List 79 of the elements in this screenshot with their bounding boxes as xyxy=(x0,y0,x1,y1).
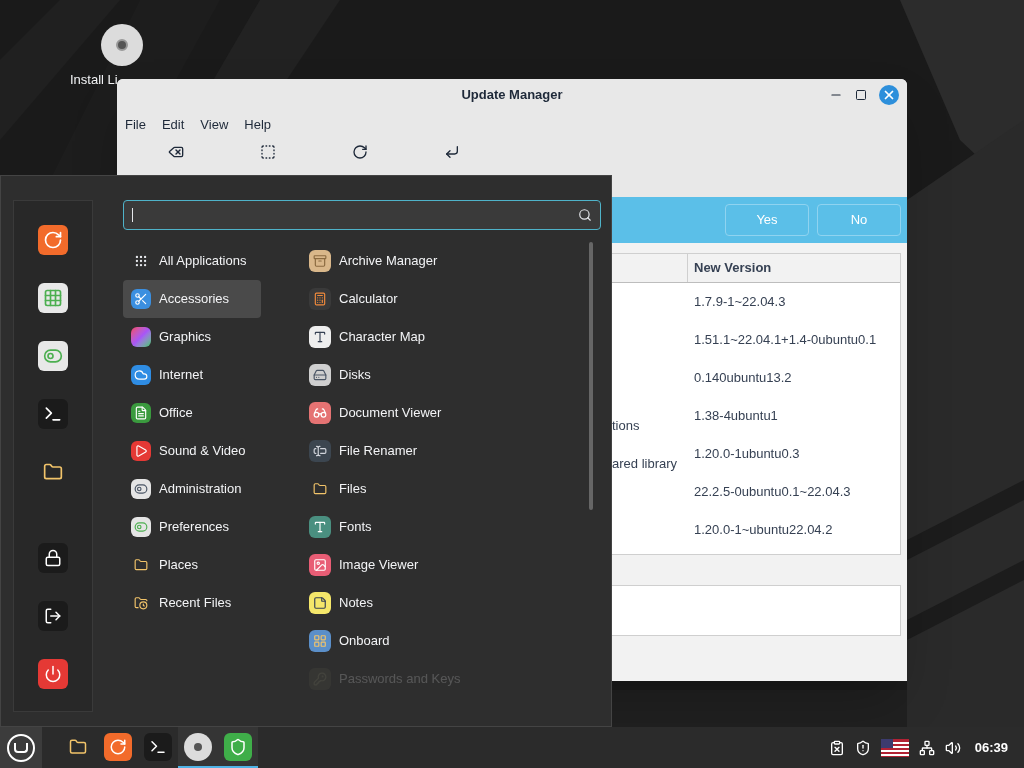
power-icon[interactable] xyxy=(38,659,68,689)
refresh-icon[interactable] xyxy=(351,143,369,161)
app-item[interactable]: Calculator xyxy=(305,280,465,318)
toggle-icon xyxy=(131,479,151,499)
toggle-icon xyxy=(131,517,151,537)
table-cell-text: 1.20.0-1ubuntu0.3 xyxy=(693,445,800,464)
font-icon xyxy=(309,516,331,538)
table-cell-text: 22.2.5-0ubuntu0.1~22.04.3 xyxy=(693,483,851,502)
text-cursor-icon xyxy=(309,440,331,462)
table-cell-text: 1.38-4ubuntu1 xyxy=(693,407,778,426)
menu-button[interactable] xyxy=(0,727,42,768)
logout-icon[interactable] xyxy=(38,601,68,631)
search-field[interactable] xyxy=(123,200,601,230)
window-title: Update Manager xyxy=(461,86,563,105)
palette-icon xyxy=(131,327,151,347)
terminal-icon[interactable] xyxy=(38,399,68,429)
calculator-icon xyxy=(309,288,331,310)
scissors-icon xyxy=(131,289,151,309)
category-item[interactable]: Accessories xyxy=(123,280,261,318)
network-icon[interactable] xyxy=(918,739,935,756)
category-item[interactable]: Office xyxy=(123,394,261,432)
volume-icon[interactable] xyxy=(944,739,961,756)
app-item[interactable]: Fonts xyxy=(305,508,465,546)
table-cell-text: 1.7.9-1~22.04.3 xyxy=(693,293,786,312)
glasses-icon xyxy=(309,402,331,424)
category-item[interactable]: Administration xyxy=(123,470,261,508)
document-icon xyxy=(131,403,151,423)
category-item[interactable]: All Applications xyxy=(123,242,261,280)
close-button[interactable] xyxy=(879,85,899,105)
letter-icon xyxy=(309,326,331,348)
app-item[interactable]: Image Viewer xyxy=(305,546,465,584)
return-arrow-icon[interactable] xyxy=(443,143,461,161)
table-cell-text: 0.140ubuntu13.2 xyxy=(693,369,792,388)
app-item[interactable]: File Renamer xyxy=(305,432,465,470)
menu-item[interactable]: File xyxy=(125,115,146,135)
box-icon xyxy=(309,250,331,272)
category-item[interactable]: Places xyxy=(123,546,261,584)
app-item[interactable]: Archive Manager xyxy=(305,242,465,280)
app-item[interactable]: Document Viewer xyxy=(305,394,465,432)
clipboard-icon[interactable] xyxy=(828,739,845,756)
menu-item[interactable]: Help xyxy=(244,115,272,135)
shield-icon xyxy=(224,732,252,761)
category-item[interactable]: Sound & Video xyxy=(123,432,261,470)
category-item[interactable]: Recent Files xyxy=(123,584,261,622)
app-item[interactable]: Files xyxy=(305,470,465,508)
flag-icon[interactable] xyxy=(880,738,909,757)
play-icon xyxy=(131,441,151,461)
table-cell-text: tions xyxy=(612,416,640,435)
app-item[interactable]: Onboard xyxy=(305,622,465,660)
keyboard-grid-icon xyxy=(309,630,331,652)
category-item[interactable]: Internet xyxy=(123,356,261,394)
category-item[interactable]: Preferences xyxy=(123,508,261,546)
image-icon xyxy=(309,554,331,576)
clock[interactable]: 06:39 xyxy=(974,737,1008,758)
category-item[interactable]: Graphics xyxy=(123,318,261,356)
shield-icon[interactable] xyxy=(854,739,871,756)
terminal-icon xyxy=(144,732,172,761)
apps-icon[interactable] xyxy=(38,283,68,313)
search-icon xyxy=(578,208,592,222)
table-cell-text: ared library xyxy=(612,454,678,473)
scrollbar[interactable] xyxy=(589,242,593,510)
taskbar-app[interactable] xyxy=(178,727,218,768)
dashed-square-icon[interactable] xyxy=(259,143,277,161)
app-item[interactable]: Notes xyxy=(305,584,465,622)
app-item[interactable]: Character Map xyxy=(305,318,465,356)
lock-icon[interactable] xyxy=(38,543,68,573)
maximize-button[interactable] xyxy=(855,89,867,101)
taskbar-app[interactable] xyxy=(218,727,258,768)
table-cell-text: 1.20.0-1~ubuntu22.04.2 xyxy=(693,521,833,540)
cloud-icon xyxy=(131,365,151,385)
menu-item[interactable]: Edit xyxy=(161,115,185,135)
column-header[interactable]: New Version xyxy=(688,254,772,282)
desktop-icon-label[interactable]: Install Li xyxy=(62,70,118,90)
menu-item[interactable]: View xyxy=(200,115,229,135)
mint-logo-icon xyxy=(7,733,35,762)
table-cell-text: 1.51.1~22.04.1+1.4-0ubuntu0.1 xyxy=(693,331,877,350)
note-icon xyxy=(309,592,331,614)
settings-icon[interactable] xyxy=(38,341,68,371)
app-item[interactable]: Disks xyxy=(305,356,465,394)
